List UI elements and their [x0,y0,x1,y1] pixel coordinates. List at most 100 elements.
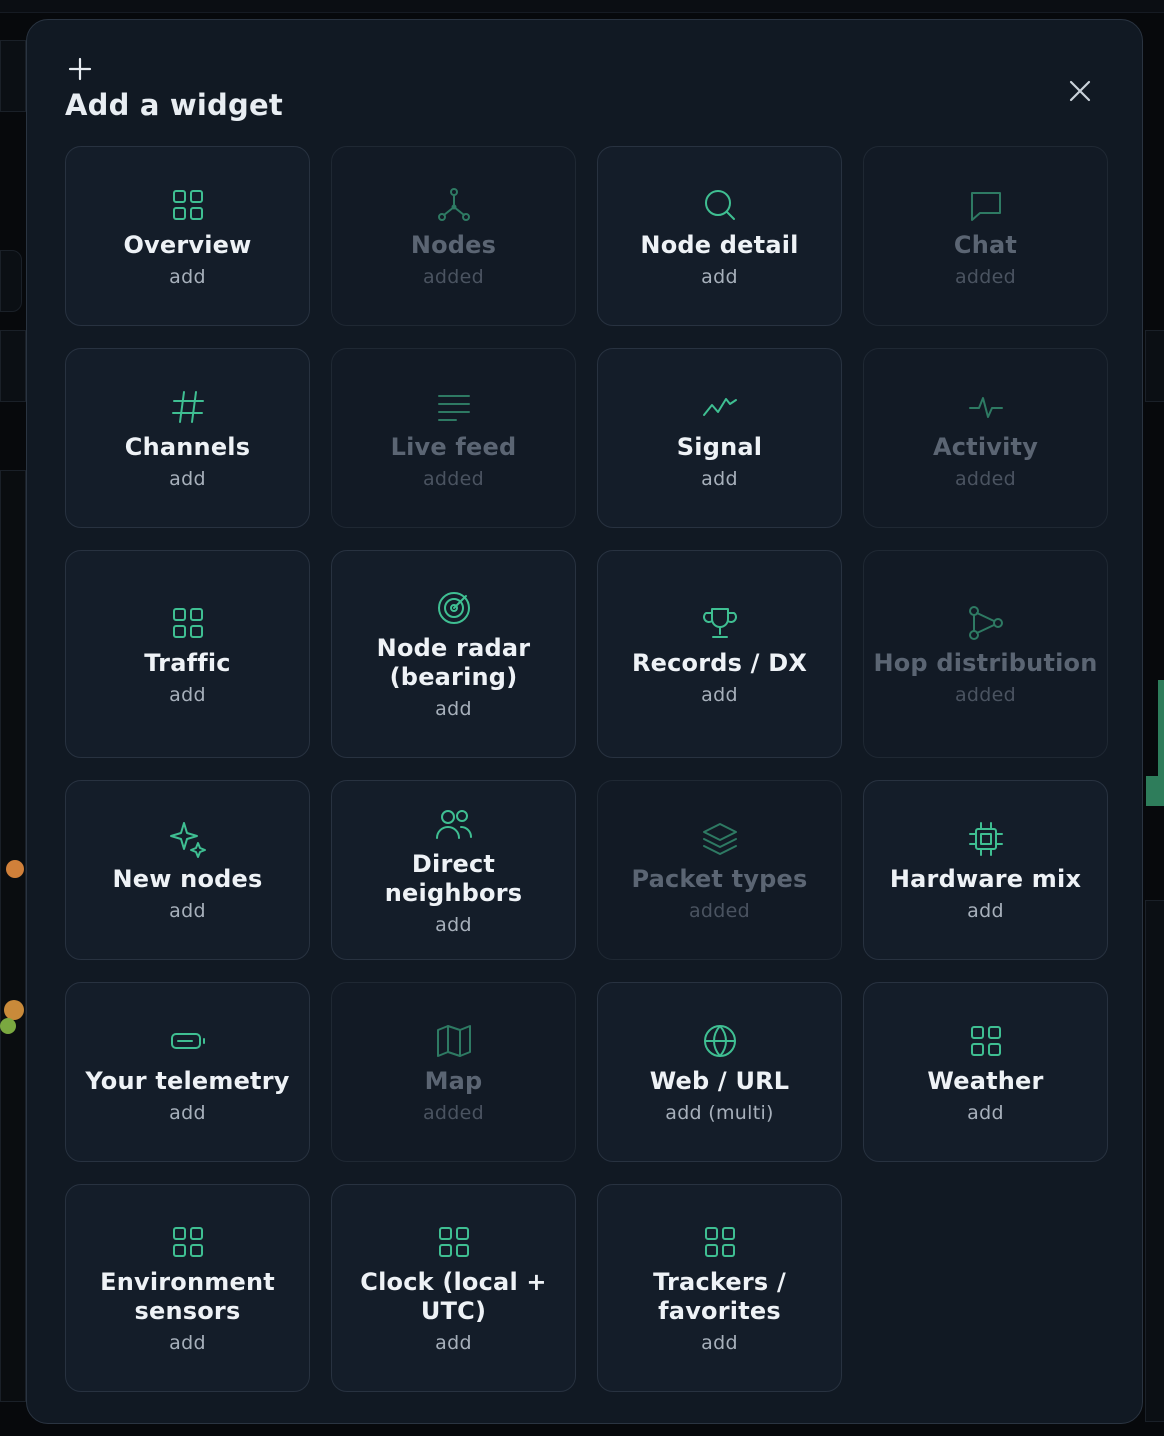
widget-label: Records / DX [631,648,808,677]
widget-card-new-nodes[interactable]: New nodes add [65,780,310,960]
grid-icon [168,185,208,225]
add-widget-dialog: Add a widget Overview add Nodes added Node d… [26,19,1143,1424]
globe-icon [700,1021,740,1061]
users-icon [434,804,474,844]
widget-card-weather[interactable]: Weather add [863,982,1108,1162]
widget-label: Environment sensors [100,1268,275,1325]
dialog-title: Add a widget [65,88,283,122]
widget-label: Channels [124,432,251,461]
background-bar [1158,680,1164,806]
trophy-icon [700,603,740,643]
widget-status: add [701,467,738,490]
widget-card-activity[interactable]: Activity added [863,348,1108,528]
widget-card-traffic[interactable]: Traffic add [65,550,310,758]
grid-icon [700,1222,740,1262]
widget-card-records-dx[interactable]: Records / DX add [597,550,842,758]
widget-status: add [701,1332,738,1354]
widget-label: Hardware mix [889,864,1082,893]
map-marker [6,860,24,878]
widget-label: New nodes [112,864,263,893]
close-button[interactable] [1065,76,1095,106]
layers-icon [700,819,740,859]
widget-status: add [435,698,472,720]
widget-label: Weather [927,1066,1044,1095]
widget-label: Hop distribution [873,648,1098,677]
background-map [0,470,26,1402]
map-marker [4,1000,24,1020]
widget-label: Live feed [390,432,517,461]
widget-status: add [169,683,206,706]
widget-card-direct-neighbors[interactable]: Direct neighbors add [331,780,576,960]
widget-card-web-url[interactable]: Web / URL add (multi) [597,982,842,1162]
map-marker [0,1018,16,1034]
widget-card-signal[interactable]: Signal add [597,348,842,528]
widget-card-environment-sensors[interactable]: Environment sensors add [65,1184,310,1392]
widget-label: Packet types [631,864,808,893]
widget-status: add [169,899,206,922]
share-icon [966,603,1006,643]
search-icon [700,185,740,225]
widget-status: add [967,1101,1004,1124]
widget-status: added [422,265,484,288]
widget-card-chat[interactable]: Chat added [863,146,1108,326]
pulse-icon [966,387,1006,427]
widget-status: add [435,914,472,936]
widget-card-nodes[interactable]: Nodes added [331,146,576,326]
widget-label: Activity [932,432,1039,461]
background-panel [1145,330,1164,402]
widget-card-hop-distribution[interactable]: Hop distribution added [863,550,1108,758]
widget-label: Traffic [144,648,231,677]
widget-status: add [701,265,738,288]
sparkles-icon [168,819,208,859]
widget-status: added [422,1101,484,1124]
widget-card-node-detail[interactable]: Node detail add [597,146,842,326]
widget-label: Clock (local + UTC) [360,1268,547,1325]
widget-label: Node radar (bearing) [376,634,531,691]
grid-icon [168,1222,208,1262]
background-bar [1146,776,1158,806]
widget-card-clock-local-utc[interactable]: Clock (local + UTC) add [331,1184,576,1392]
widget-status: added [688,899,750,922]
widget-card-channels[interactable]: Channels add [65,348,310,528]
chat-icon [966,185,1006,225]
widget-label: Map [424,1066,483,1095]
widget-card-your-telemetry[interactable]: Your telemetry add [65,982,310,1162]
trend-icon [700,387,740,427]
widget-card-hardware-mix[interactable]: Hardware mix add [863,780,1108,960]
widget-status: add (multi) [665,1101,774,1124]
widget-card-map[interactable]: Map added [331,982,576,1162]
widget-card-trackers-favorites[interactable]: Trackers / favorites add [597,1184,842,1392]
widget-status: add [169,1101,206,1124]
widget-label: Signal [676,432,763,461]
widget-status: added [954,467,1016,490]
widget-status: added [954,683,1016,706]
map-icon [434,1021,474,1061]
grid-icon [168,603,208,643]
grid-icon [966,1021,1006,1061]
widget-status: add [701,683,738,706]
chip-icon [966,819,1006,859]
widget-card-live-feed[interactable]: Live feed added [331,348,576,528]
widget-label: Trackers / favorites [653,1268,786,1325]
widget-label: Nodes [410,230,497,259]
widget-card-node-radar-bearing[interactable]: Node radar (bearing) add [331,550,576,758]
background-panel [0,250,22,312]
widget-status: add [169,265,206,288]
widget-label: Node detail [640,230,799,259]
widget-status: added [422,467,484,490]
target-icon [434,588,474,628]
background-panel [1145,900,1164,1422]
widget-label: Your telemetry [85,1066,290,1095]
widget-label: Overview [123,230,252,259]
close-icon [1069,80,1091,102]
background-panel [0,40,26,112]
widget-label: Chat [953,230,1018,259]
widget-status: add [169,1332,206,1354]
network-icon [434,185,474,225]
widget-card-packet-types[interactable]: Packet types added [597,780,842,960]
widget-card-overview[interactable]: Overview add [65,146,310,326]
battery-icon [168,1021,208,1061]
background-topbar [0,0,1164,13]
grid-icon [434,1222,474,1262]
widget-label: Web / URL [649,1066,790,1095]
